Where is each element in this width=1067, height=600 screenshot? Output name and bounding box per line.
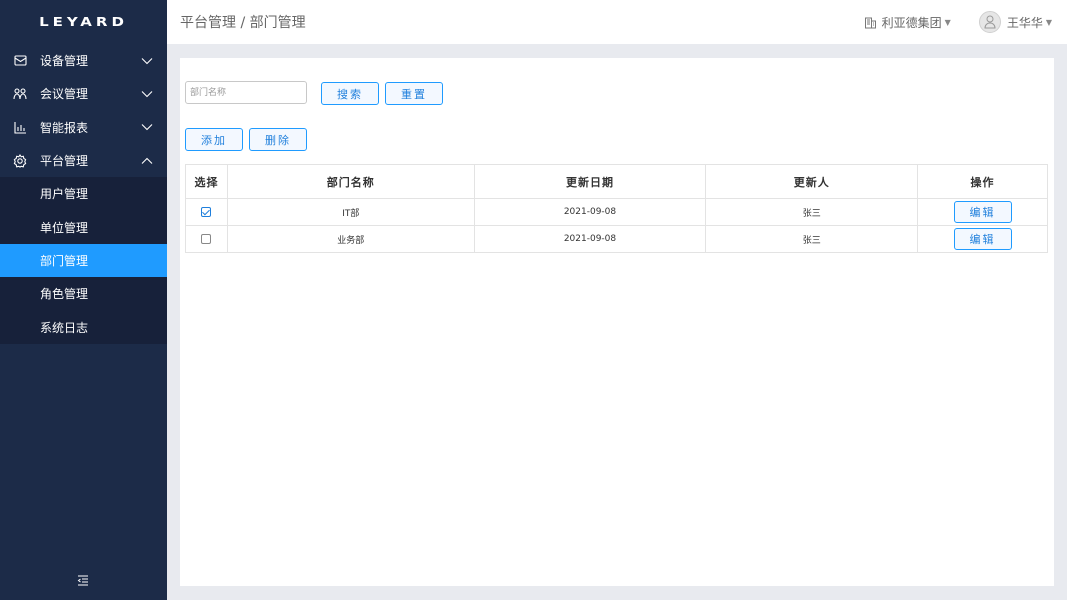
org-selector[interactable]: 利亚德集团 ▼	[864, 14, 951, 31]
submenu-platform: 用户管理 单位管理 部门管理 角色管理 系统日志	[0, 177, 167, 344]
logo: LEYARD	[0, 0, 167, 44]
select-cell	[185, 225, 228, 253]
meeting-icon	[13, 87, 27, 101]
department-name[interactable]: IT部	[226, 198, 475, 226]
main-panel: 搜索 重置 添加 删除 选择 部门名称 更新日期 更新人 操作 IT部 2021…	[180, 58, 1054, 586]
department-table: 选择 部门名称 更新日期 更新人 操作 IT部 2021-09-08 张三 编辑…	[185, 164, 1048, 253]
caret-down-icon: ▼	[1045, 17, 1052, 27]
search-button[interactable]: 搜索	[321, 82, 379, 105]
update-date: 2021-09-08	[473, 225, 707, 253]
delete-button[interactable]: 删除	[249, 128, 307, 151]
menu-group-label: 平台管理	[40, 154, 89, 169]
add-button[interactable]: 添加	[185, 128, 243, 151]
avatar	[978, 11, 1001, 33]
collapse-sidebar-icon[interactable]	[77, 574, 89, 586]
row-checkbox[interactable]	[201, 206, 212, 217]
menu-group-device[interactable]: 设备管理	[0, 44, 167, 77]
chevron-down-icon	[141, 121, 153, 133]
table-row: 业务部 2021-09-08 张三 编辑	[185, 225, 1048, 253]
row-checkbox[interactable]	[201, 233, 212, 244]
breadcrumb: 平台管理 / 部门管理	[180, 15, 306, 31]
chevron-down-icon	[141, 88, 153, 100]
edit-button[interactable]: 编辑	[953, 228, 1012, 250]
department-name-input[interactable]	[185, 81, 307, 104]
table-row: IT部 2021-09-08 张三 编辑	[185, 198, 1048, 226]
logo-text: LEYARD	[39, 14, 128, 30]
device-icon	[13, 54, 27, 68]
top-header: 平台管理 / 部门管理 利亚德集团 ▼ 王华华 ▼	[167, 0, 1067, 44]
menu-group-report[interactable]: 智能报表	[0, 111, 167, 144]
updater: 张三	[705, 225, 919, 253]
sidebar-item-logs[interactable]: 系统日志	[0, 310, 167, 343]
column-header-name: 部门名称	[226, 164, 475, 199]
menu-group-label: 智能报表	[40, 120, 89, 135]
user-menu[interactable]: 王华华 ▼	[978, 11, 1052, 33]
actions-cell: 编辑	[917, 198, 1048, 226]
column-header-select: 选择	[185, 164, 228, 199]
org-name: 利亚德集团	[881, 15, 942, 30]
department-name[interactable]: 业务部	[226, 225, 475, 253]
updater: 张三	[705, 198, 919, 226]
sidebar-item-roles[interactable]: 角色管理	[0, 277, 167, 310]
edit-button[interactable]: 编辑	[953, 201, 1012, 223]
menu-group-label: 设备管理	[40, 54, 89, 69]
select-cell	[185, 198, 228, 226]
actions-cell: 编辑	[917, 225, 1048, 253]
user-name: 王华华	[1006, 15, 1043, 30]
caret-down-icon: ▼	[944, 17, 951, 27]
table-header-row: 选择 部门名称 更新日期 更新人 操作	[185, 164, 1048, 199]
column-header-updater: 更新人	[705, 164, 919, 199]
chart-icon	[13, 120, 27, 134]
sidebar-item-units[interactable]: 单位管理	[0, 210, 167, 243]
menu-group-meeting[interactable]: 会议管理	[0, 77, 167, 110]
building-icon	[864, 16, 877, 29]
sidebar-item-users[interactable]: 用户管理	[0, 177, 167, 210]
sidebar: LEYARD 设备管理 会议管理 智能报表 平台管理 用户管理 单位管理 部门管…	[0, 0, 167, 600]
menu-group-platform[interactable]: 平台管理	[0, 144, 167, 177]
chevron-down-icon	[141, 55, 153, 67]
update-date: 2021-09-08	[473, 198, 707, 226]
menu-group-label: 会议管理	[40, 87, 89, 102]
reset-button[interactable]: 重置	[385, 82, 443, 105]
column-header-actions: 操作	[917, 164, 1048, 199]
sidebar-item-departments[interactable]: 部门管理	[0, 243, 167, 278]
column-header-date: 更新日期	[473, 164, 707, 199]
gear-icon	[13, 153, 27, 168]
chevron-up-icon	[141, 155, 153, 167]
